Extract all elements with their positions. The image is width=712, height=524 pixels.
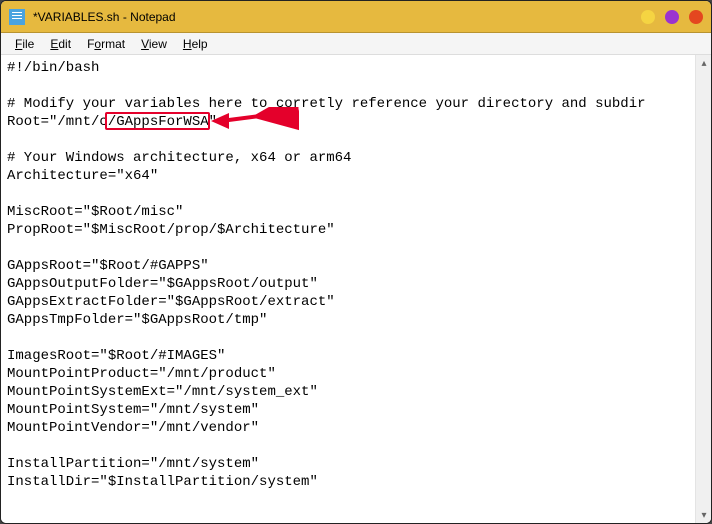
editor-line: GAppsRoot="$Root/#GAPPS" [7, 257, 689, 275]
editor-area: #!/bin/bash # Modify your variables here … [1, 55, 711, 523]
editor-line [7, 329, 689, 347]
editor-line: MountPointVendor="/mnt/vendor" [7, 419, 689, 437]
vertical-scrollbar[interactable]: ▴ ▾ [695, 55, 711, 523]
menu-edit[interactable]: Edit [42, 35, 79, 53]
editor-line: InstallDir="$InstallPartition/system" [7, 473, 689, 491]
maximize-button[interactable] [665, 10, 679, 24]
menu-format[interactable]: Format [79, 35, 133, 53]
editor-line: GAppsOutputFolder="$GAppsRoot/output" [7, 275, 689, 293]
window-title: *VARIABLES.sh - Notepad [33, 10, 641, 24]
editor-line [7, 437, 689, 455]
scroll-down-icon[interactable]: ▾ [696, 507, 711, 523]
editor-line: ImagesRoot="$Root/#IMAGES" [7, 347, 689, 365]
editor-line: MiscRoot="$Root/misc" [7, 203, 689, 221]
text-editor[interactable]: #!/bin/bash # Modify your variables here … [1, 55, 695, 523]
editor-line: # Your Windows architecture, x64 or arm6… [7, 149, 689, 167]
scroll-up-icon[interactable]: ▴ [696, 55, 711, 71]
editor-line: MountPointSystemExt="/mnt/system_ext" [7, 383, 689, 401]
editor-line: GAppsExtractFolder="$GAppsRoot/extract" [7, 293, 689, 311]
editor-line [7, 239, 689, 257]
editor-line [7, 185, 689, 203]
titlebar[interactable]: *VARIABLES.sh - Notepad [1, 1, 711, 33]
editor-line: InstallPartition="/mnt/system" [7, 455, 689, 473]
notepad-window: *VARIABLES.sh - Notepad File Edit Format… [0, 0, 712, 524]
menu-view[interactable]: View [133, 35, 175, 53]
editor-line: #!/bin/bash [7, 59, 689, 77]
editor-line: PropRoot="$MiscRoot/prop/$Architecture" [7, 221, 689, 239]
menu-file[interactable]: File [7, 35, 42, 53]
window-controls [641, 10, 703, 24]
editor-line [7, 131, 689, 149]
editor-line: Root="/mnt/c/GAppsForWSA" [7, 113, 689, 131]
editor-line [7, 77, 689, 95]
close-button[interactable] [689, 10, 703, 24]
editor-line: MountPointProduct="/mnt/product" [7, 365, 689, 383]
editor-line: GAppsTmpFolder="$GAppsRoot/tmp" [7, 311, 689, 329]
minimize-button[interactable] [641, 10, 655, 24]
editor-line: # Modify your variables here to corretly… [7, 95, 689, 113]
notepad-icon [9, 9, 25, 25]
menubar: File Edit Format View Help [1, 33, 711, 55]
editor-line: MountPointSystem="/mnt/system" [7, 401, 689, 419]
editor-line: Architecture="x64" [7, 167, 689, 185]
menu-help[interactable]: Help [175, 35, 216, 53]
